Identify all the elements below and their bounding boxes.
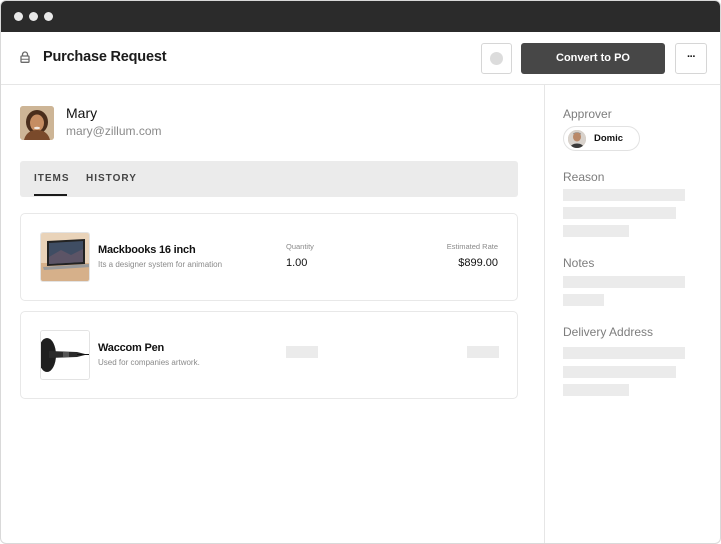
avatar: [20, 106, 54, 140]
main-content: Mary mary@zillum.com ITEMS HISTORY Mackb…: [1, 85, 544, 543]
reason-placeholder-line: [563, 207, 676, 219]
tab-history[interactable]: HISTORY: [86, 173, 137, 184]
item-description: Its a designer system for animation: [98, 260, 223, 269]
address-placeholder-line: [563, 347, 685, 359]
item-card[interactable]: Mackbooks 16 inch Its a designer system …: [20, 213, 518, 301]
quantity-label: Quantity: [286, 242, 314, 251]
item-description: Used for companies artwork.: [98, 358, 200, 367]
active-tab-indicator: [34, 194, 67, 196]
app-window: Purchase Request Convert to PO ··· Mary …: [0, 0, 721, 544]
lock-icon: [20, 51, 30, 63]
delivery-address-label: Delivery Address: [563, 325, 654, 339]
reason-label: Reason: [563, 170, 605, 184]
details-sidebar: Approver Domic Reason Notes Delivery Add…: [544, 85, 720, 543]
approver-photo: [568, 130, 586, 148]
approver-label: Approver: [563, 107, 612, 121]
notes-placeholder-line: [563, 294, 604, 306]
tab-bar: ITEMS HISTORY: [20, 161, 518, 197]
notes-label: Notes: [563, 256, 595, 270]
rate-value: $899.00: [458, 257, 498, 269]
item-thumbnail: [40, 232, 90, 282]
reason-placeholder-line: [563, 225, 629, 237]
user-email: mary@zillum.com: [66, 124, 162, 138]
status-button[interactable]: [481, 43, 512, 74]
window-titlebar: [1, 1, 720, 32]
window-minimize-dot[interactable]: [29, 12, 38, 21]
convert-to-po-button[interactable]: Convert to PO: [521, 43, 665, 74]
circle-icon: [490, 52, 503, 65]
rate-label: Estimated Rate: [446, 242, 498, 251]
laptop-image: [41, 233, 89, 281]
user-photo: [20, 106, 54, 140]
address-placeholder-line: [563, 366, 676, 378]
window-close-dot[interactable]: [14, 12, 23, 21]
window-maximize-dot[interactable]: [44, 12, 53, 21]
page-header: Purchase Request Convert to PO ···: [1, 32, 720, 85]
user-name: Mary: [66, 105, 98, 121]
approver-avatar: [568, 130, 586, 148]
item-name: Waccom Pen: [98, 342, 165, 354]
item-card[interactable]: Waccom Pen Used for companies artwork.: [20, 311, 518, 399]
more-options-button[interactable]: ···: [675, 43, 707, 74]
page-title: Purchase Request: [43, 49, 167, 65]
address-placeholder-line: [563, 384, 629, 396]
notes-placeholder-line: [563, 276, 685, 288]
approver-name: Domic: [594, 133, 624, 144]
quantity-value: 1.00: [286, 257, 308, 269]
tab-items[interactable]: ITEMS: [34, 173, 70, 184]
reason-placeholder-line: [563, 189, 685, 201]
quantity-placeholder: [286, 346, 318, 358]
rate-placeholder: [467, 346, 499, 358]
pen-image: [41, 331, 89, 379]
approver-chip[interactable]: Domic: [563, 126, 640, 151]
item-thumbnail: [40, 330, 90, 380]
item-name: Mackbooks 16 inch: [98, 244, 196, 256]
